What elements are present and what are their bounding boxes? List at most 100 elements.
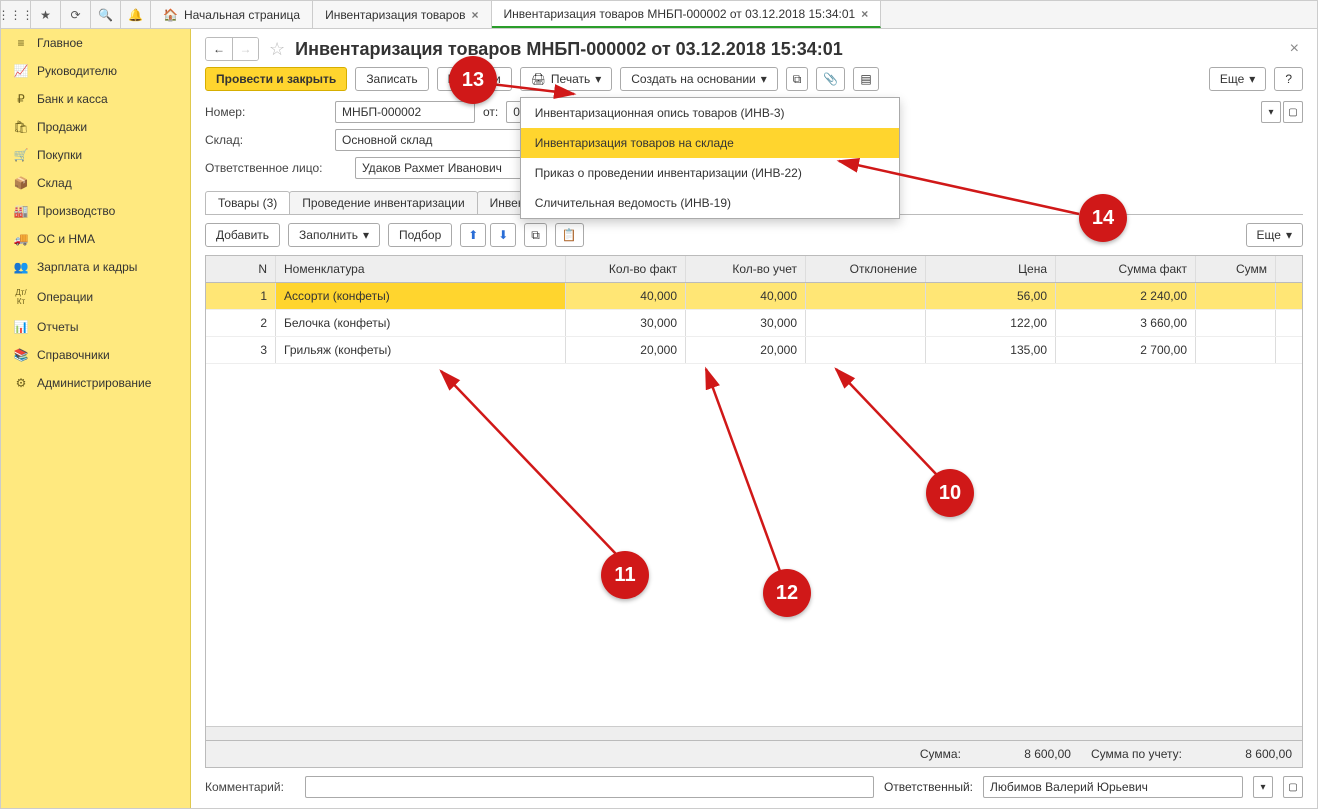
move-up-button[interactable]: ⬆ xyxy=(460,223,486,247)
nav-operations[interactable]: Дт/КтОперации xyxy=(1,281,190,313)
table-cell[interactable]: 122,00 xyxy=(926,310,1056,336)
structure-button[interactable]: ⧉ xyxy=(786,67,809,91)
nav-sales[interactable]: 🛍Продажи xyxy=(1,113,190,141)
print-menu-item[interactable]: Сличительная ведомость (ИНВ-19) xyxy=(521,188,899,218)
nav-label: Администрирование xyxy=(37,376,151,390)
print-menu-item[interactable]: Приказ о проведении инвентаризации (ИНВ-… xyxy=(521,158,899,188)
table-cell[interactable] xyxy=(806,337,926,363)
print-label: Печать xyxy=(551,72,590,86)
table-cell[interactable]: 3 660,00 xyxy=(1056,310,1196,336)
table-cell[interactable]: 40,000 xyxy=(686,283,806,309)
nav-warehouse[interactable]: 📦Склад xyxy=(1,169,190,197)
org-dropdown-button[interactable]: ▾ xyxy=(1261,101,1281,123)
close-icon[interactable]: × xyxy=(861,7,868,21)
table-cell[interactable]: 1 xyxy=(206,283,276,309)
col-sum-fact[interactable]: Сумма факт xyxy=(1056,256,1196,282)
print-menu-item[interactable]: Инвентаризация товаров на складе xyxy=(521,128,899,158)
table-cell[interactable]: Грильяж (конфеты) xyxy=(276,337,566,363)
table-cell[interactable] xyxy=(1196,283,1276,309)
history-icon[interactable]: ⟳ xyxy=(61,1,91,28)
nav-manager[interactable]: 📈Руководителю xyxy=(1,57,190,85)
table-cell[interactable]: 3 xyxy=(206,337,276,363)
table-cell[interactable]: 2 240,00 xyxy=(1056,283,1196,309)
col-price[interactable]: Цена xyxy=(926,256,1056,282)
close-icon[interactable]: × xyxy=(472,8,479,22)
table-row[interactable]: 2Белочка (конфеты)30,00030,000122,003 66… xyxy=(206,310,1302,337)
table-cell[interactable]: Ассорти (конфеты) xyxy=(276,283,566,309)
post-and-close-button[interactable]: Провести и закрыть xyxy=(205,67,347,91)
table-cell[interactable]: 2 xyxy=(206,310,276,336)
table-cell[interactable] xyxy=(1196,337,1276,363)
grid-more-label: Еще xyxy=(1257,228,1281,242)
search-icon[interactable]: 🔍 xyxy=(91,1,121,28)
attach-button[interactable]: 📎 xyxy=(816,67,845,91)
table-cell[interactable]: 135,00 xyxy=(926,337,1056,363)
table-cell[interactable] xyxy=(806,283,926,309)
table-cell[interactable]: 2 700,00 xyxy=(1056,337,1196,363)
table-cell[interactable] xyxy=(806,310,926,336)
table-cell[interactable]: 40,000 xyxy=(566,283,686,309)
ruble-icon: ₽ xyxy=(13,92,29,106)
col-qty-acc[interactable]: Кол-во учет xyxy=(686,256,806,282)
number-field[interactable]: МНБП-000002 xyxy=(335,101,475,123)
subtab-goods[interactable]: Товары (3) xyxy=(205,191,290,214)
comment-field[interactable] xyxy=(305,776,874,798)
col-qty-fact[interactable]: Кол-во факт xyxy=(566,256,686,282)
table-cell[interactable]: 56,00 xyxy=(926,283,1056,309)
print-button[interactable]: 🖨 Печать ▾ xyxy=(520,67,613,91)
bell-icon[interactable]: 🔔 xyxy=(121,1,151,28)
table-row[interactable]: 1Ассорти (конфеты)40,00040,00056,002 240… xyxy=(206,283,1302,310)
table-cell[interactable]: 30,000 xyxy=(566,310,686,336)
move-down-button[interactable]: ⬇ xyxy=(490,223,516,247)
fill-button[interactable]: Заполнить ▾ xyxy=(288,223,380,247)
horizontal-scrollbar[interactable] xyxy=(206,726,1302,740)
table-row[interactable]: 3Грильяж (конфеты)20,00020,000135,002 70… xyxy=(206,337,1302,364)
back-button[interactable]: ← xyxy=(206,38,232,60)
home-icon: 🏠 xyxy=(163,8,178,22)
apps-icon[interactable]: ⋮⋮⋮ xyxy=(1,1,31,28)
table-cell[interactable]: 30,000 xyxy=(686,310,806,336)
resp-user-field[interactable]: Любимов Валерий Юрьевич xyxy=(983,776,1243,798)
col-deviation[interactable]: Отклонение xyxy=(806,256,926,282)
nav-purchases[interactable]: 🛒Покупки xyxy=(1,141,190,169)
print-menu-item[interactable]: Инвентаризационная опись товаров (ИНВ-3) xyxy=(521,98,899,128)
table-cell[interactable]: Белочка (конфеты) xyxy=(276,310,566,336)
nav-hr[interactable]: 👥Зарплата и кадры xyxy=(1,253,190,281)
select-button[interactable]: Подбор xyxy=(388,223,452,247)
favorite-icon[interactable]: ★ xyxy=(31,1,61,28)
table-cell[interactable] xyxy=(1196,310,1276,336)
table-cell[interactable]: 20,000 xyxy=(686,337,806,363)
page-title: Инвентаризация товаров МНБП-000002 от 03… xyxy=(295,39,843,60)
resp-dropdown-button[interactable]: ▾ xyxy=(1253,776,1273,798)
paste-button[interactable]: 📋 xyxy=(555,223,584,247)
nav-bank[interactable]: ₽Банк и касса xyxy=(1,85,190,113)
resp-open-button[interactable]: ▢ xyxy=(1283,776,1303,798)
tab-inventory-doc[interactable]: Инвентаризация товаров МНБП-000002 от 03… xyxy=(492,1,882,28)
grid-more-button[interactable]: Еще ▾ xyxy=(1246,223,1303,247)
close-button[interactable]: × xyxy=(1286,40,1303,58)
annotation-14: 14 xyxy=(1079,194,1127,242)
col-sum-acc[interactable]: Сумм xyxy=(1196,256,1276,282)
report-button[interactable]: ▤ xyxy=(853,67,878,91)
table-cell[interactable]: 20,000 xyxy=(566,337,686,363)
nav-reports[interactable]: 📊Отчеты xyxy=(1,313,190,341)
org-open-button[interactable]: ▢ xyxy=(1283,101,1303,123)
subtab-conducting[interactable]: Проведение инвентаризации xyxy=(289,191,477,214)
star-icon[interactable]: ☆ xyxy=(269,39,285,60)
tab-inventory-list[interactable]: Инвентаризация товаров × xyxy=(313,1,491,28)
nav-catalogs[interactable]: 📚Справочники xyxy=(1,341,190,369)
more-button[interactable]: Еще ▾ xyxy=(1209,67,1266,91)
nav-production[interactable]: 🏭Производство xyxy=(1,197,190,225)
forward-button[interactable]: → xyxy=(232,38,258,60)
nav-main[interactable]: ≡Главное xyxy=(1,29,190,57)
help-button[interactable]: ? xyxy=(1274,67,1303,91)
copy-button[interactable]: ⧉ xyxy=(524,223,547,247)
create-on-basis-button[interactable]: Создать на основании ▾ xyxy=(620,67,778,91)
col-nomenclature[interactable]: Номенклатура xyxy=(276,256,566,282)
add-row-button[interactable]: Добавить xyxy=(205,223,280,247)
col-n[interactable]: N xyxy=(206,256,276,282)
nav-admin[interactable]: ⚙Администрирование xyxy=(1,369,190,397)
nav-assets[interactable]: 🚚ОС и НМА xyxy=(1,225,190,253)
tab-home[interactable]: 🏠 Начальная страница xyxy=(151,1,313,28)
save-button[interactable]: Записать xyxy=(355,67,428,91)
